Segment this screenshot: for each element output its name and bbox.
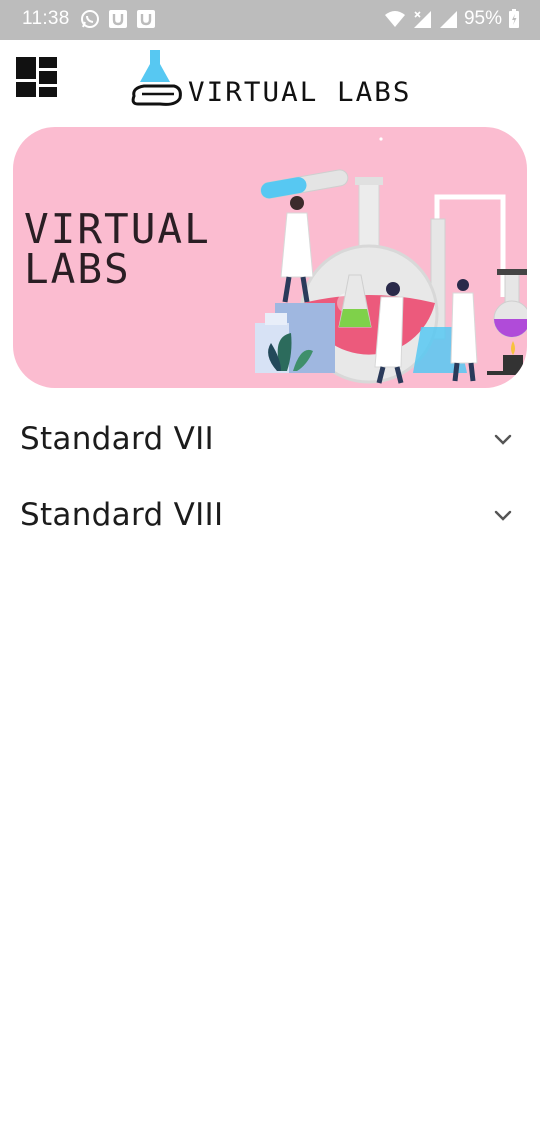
cell-signal-icon <box>439 11 457 28</box>
standards-accordion: Standard VII Standard VIII <box>0 403 540 555</box>
lab-illustration <box>255 137 527 384</box>
status-notification-icons <box>80 9 156 29</box>
wifi-icon <box>384 11 405 27</box>
u-app-icon <box>137 10 155 28</box>
banner-title: VIRTUAL LABS <box>24 205 211 293</box>
menu-button[interactable] <box>15 56 59 100</box>
status-system-icons: 95% <box>384 8 520 30</box>
battery-percentage: 95% <box>463 8 502 29</box>
flask-logo-icon <box>131 50 182 106</box>
accordion-item-standard-viii[interactable]: Standard VIII <box>0 479 540 555</box>
app-header: VIRTUAL LABS <box>0 40 540 116</box>
u-app-icon <box>109 10 127 28</box>
dashboard-grid-icon <box>16 57 57 97</box>
chevron-down-icon[interactable] <box>494 433 512 447</box>
app-logo: VIRTUAL LABS <box>130 48 430 110</box>
battery-charging-icon <box>509 9 519 28</box>
banner-title-line2: LABS <box>24 245 131 293</box>
accordion-item-standard-vii[interactable]: Standard VII <box>0 403 540 479</box>
status-time: 11:38 <box>22 8 70 29</box>
logo-text: VIRTUAL LABS <box>188 77 412 108</box>
cell-signal-no-data-icon <box>413 11 431 28</box>
hero-banner: VIRTUAL LABS <box>13 127 527 388</box>
whatsapp-icon <box>81 10 99 28</box>
accordion-label: Standard VII <box>20 421 214 457</box>
banner-title-line1: VIRTUAL <box>24 205 211 253</box>
status-bar: 11:38 95% <box>0 0 540 40</box>
chevron-down-icon[interactable] <box>494 509 512 523</box>
accordion-label: Standard VIII <box>20 497 224 533</box>
